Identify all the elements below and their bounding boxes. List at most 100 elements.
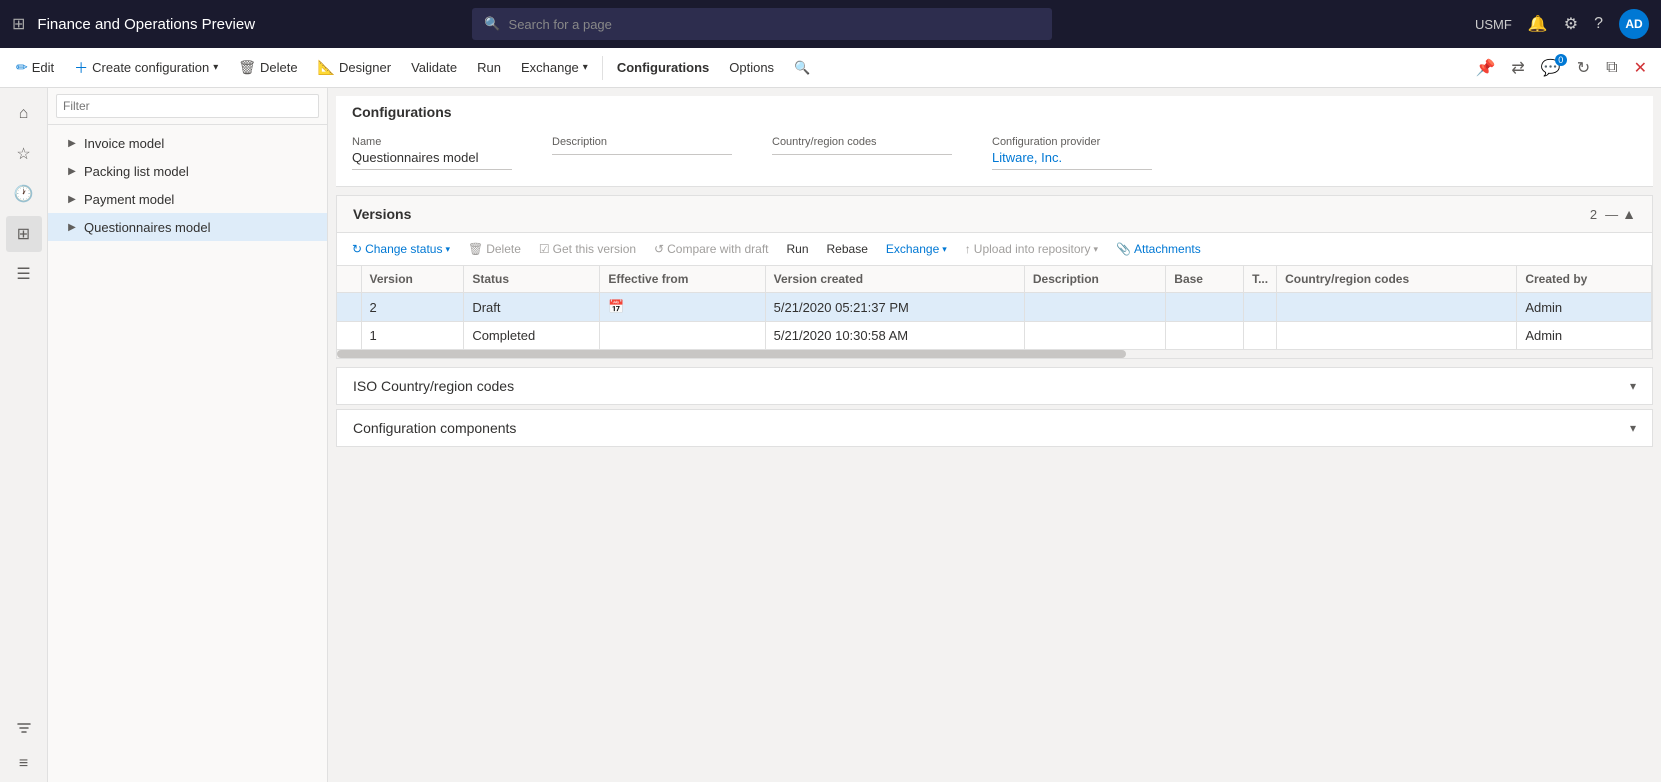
chevron-right-icon: ▶ — [64, 219, 80, 235]
top-bar: ⊞ Finance and Operations Preview 🔍 USMF … — [0, 0, 1661, 48]
iso-chevron-icon: ▾ — [1630, 379, 1636, 393]
tree-item-questionnaires-model[interactable]: ▶ Questionnaires model — [48, 213, 327, 241]
expand-icon: — — [1605, 207, 1618, 222]
sidebar-favorites-icon[interactable]: ☆ — [6, 136, 42, 172]
table-row[interactable]: 2 Draft 📅 5/21/2020 05:21:37 PM Admin — [337, 293, 1652, 322]
country-value[interactable] — [772, 150, 952, 155]
tree-item-payment-model[interactable]: ▶ Payment model — [48, 185, 327, 213]
iso-section-header[interactable]: ISO Country/region codes ▾ — [337, 368, 1652, 404]
user-avatar[interactable]: AD — [1619, 9, 1649, 39]
search-toolbar-button[interactable]: 🔍 — [786, 56, 818, 80]
effective-from-cell — [600, 322, 765, 350]
tree-item-invoice-model[interactable]: ▶ Invoice model — [48, 129, 327, 157]
sidebar-list-icon[interactable]: ☰ — [6, 256, 42, 292]
search-bar: 🔍 — [472, 8, 1052, 40]
attachments-button[interactable]: 📎 Attachments — [1109, 239, 1208, 259]
exchange-button[interactable]: Exchange ▾ — [513, 56, 596, 79]
toolbar-divider — [602, 56, 603, 80]
side-icon-bar: ⌂ ☆ 🕐 ⊞ ☰ ≡ — [0, 88, 48, 782]
version-cell: 2 — [361, 293, 464, 322]
col-base[interactable]: Base — [1166, 266, 1244, 293]
ver-run-button[interactable]: Run — [779, 239, 815, 259]
col-version-created[interactable]: Version created — [765, 266, 1024, 293]
upload-icon: ↑ — [965, 242, 971, 256]
row-selector-cell — [337, 293, 361, 322]
ver-exchange-button[interactable]: Exchange ▾ — [879, 239, 954, 259]
sidebar-home-icon[interactable]: ⌂ — [6, 96, 42, 132]
iso-title: ISO Country/region codes — [353, 378, 1630, 394]
version-table-container: Version Status Effective from Version cr… — [337, 266, 1652, 350]
sidebar-workspace-icon[interactable]: ⊞ — [6, 216, 42, 252]
sidebar-recent-icon[interactable]: 🕐 — [6, 176, 42, 212]
compare-icon-button[interactable]: ⇄ — [1505, 54, 1530, 82]
rebase-button[interactable]: Rebase — [820, 239, 875, 259]
settings-icon[interactable]: ⚙ — [1564, 14, 1578, 34]
country-label: Country/region codes — [772, 136, 952, 148]
upload-repo-button[interactable]: ↑ Upload into repository ▾ — [958, 239, 1105, 259]
description-cell — [1024, 293, 1165, 322]
sidebar-menu-icon[interactable]: ≡ — [6, 746, 42, 782]
change-status-dropdown-icon: ▾ — [445, 244, 450, 255]
create-config-button[interactable]: ＋ Create configuration ▾ — [66, 54, 226, 82]
tree-item-packing-list-model[interactable]: ▶ Packing list model — [48, 157, 327, 185]
search-input[interactable] — [509, 17, 1041, 32]
get-version-button[interactable]: ☑ Get this version — [532, 239, 643, 259]
description-value[interactable] — [552, 150, 732, 155]
edit-button[interactable]: ✏ Edit — [8, 55, 62, 80]
description-field: Description — [552, 136, 732, 170]
calendar-icon[interactable]: 📅 — [608, 299, 624, 314]
validate-button[interactable]: Validate — [403, 56, 465, 79]
filter-input[interactable] — [56, 94, 319, 118]
toolbar: ✏ Edit ＋ Create configuration ▾ 🗑 Delete… — [0, 48, 1661, 88]
badge-button[interactable]: 💬0 — [1535, 54, 1567, 82]
col-effective-from[interactable]: Effective from — [600, 266, 765, 293]
t-cell — [1244, 322, 1277, 350]
col-country[interactable]: Country/region codes — [1277, 266, 1517, 293]
notification-icon[interactable]: 🔔 — [1528, 14, 1548, 34]
description-label: Description — [552, 136, 732, 148]
col-version[interactable]: Version — [361, 266, 464, 293]
trash-icon: 🗑 — [238, 59, 256, 76]
name-value[interactable]: Questionnaires model — [352, 150, 512, 170]
help-icon[interactable]: ? — [1594, 15, 1603, 33]
version-table-header-row: Version Status Effective from Version cr… — [337, 266, 1652, 293]
name-label: Name — [352, 136, 512, 148]
ver-exchange-dropdown-icon: ▾ — [942, 244, 947, 255]
tree-filter-bar — [48, 88, 327, 125]
tree-filter-icon[interactable] — [10, 714, 38, 742]
grid-icon[interactable]: ⊞ — [12, 14, 25, 34]
col-t[interactable]: T... — [1244, 266, 1277, 293]
scroll-thumb[interactable] — [337, 350, 1126, 358]
run-button[interactable]: Run — [469, 56, 509, 79]
open-new-button[interactable]: ⧉ — [1600, 55, 1623, 81]
refresh-button[interactable]: ↻ — [1571, 54, 1596, 82]
version-created-cell: 5/21/2020 05:21:37 PM — [765, 293, 1024, 322]
horizontal-scrollbar[interactable] — [337, 350, 1652, 358]
designer-icon: 📐 — [318, 59, 335, 76]
toolbar-right: 📌 ⇄ 💬0 ↻ ⧉ ✕ — [1470, 54, 1654, 82]
options-button[interactable]: Options — [721, 56, 782, 79]
components-section: Configuration components ▾ — [336, 409, 1653, 447]
ver-delete-button[interactable]: 🗑 Delete — [461, 239, 528, 259]
provider-value[interactable]: Litware, Inc. — [992, 150, 1152, 170]
version-toolbar: ↻ Change status ▾ 🗑 Delete ☑ Get this ve… — [337, 233, 1652, 266]
delete-button[interactable]: 🗑 Delete — [230, 55, 305, 80]
configurations-button[interactable]: Configurations — [609, 56, 717, 79]
compare-draft-button[interactable]: ↺ Compare with draft — [647, 239, 775, 259]
change-status-button[interactable]: ↻ Change status ▾ — [345, 239, 457, 259]
designer-button[interactable]: 📐 Designer — [310, 55, 399, 80]
col-created-by[interactable]: Created by — [1517, 266, 1652, 293]
components-section-header[interactable]: Configuration components ▾ — [337, 410, 1652, 446]
search-toolbar-icon: 🔍 — [794, 60, 810, 76]
close-button[interactable]: ✕ — [1628, 54, 1653, 82]
table-row[interactable]: 1 Completed 5/21/2020 10:30:58 AM Admin — [337, 322, 1652, 350]
col-description[interactable]: Description — [1024, 266, 1165, 293]
search-icon: 🔍 — [484, 16, 500, 32]
pinned-icon-button[interactable]: 📌 — [1470, 54, 1502, 82]
components-title: Configuration components — [353, 420, 1630, 436]
collapse-icon[interactable]: ▲ — [1622, 206, 1636, 222]
versions-section-header[interactable]: Versions 2 — ▲ — [337, 196, 1652, 233]
check-icon: ☑ — [539, 242, 550, 256]
col-status[interactable]: Status — [464, 266, 600, 293]
usmf-label: USMF — [1475, 17, 1512, 32]
